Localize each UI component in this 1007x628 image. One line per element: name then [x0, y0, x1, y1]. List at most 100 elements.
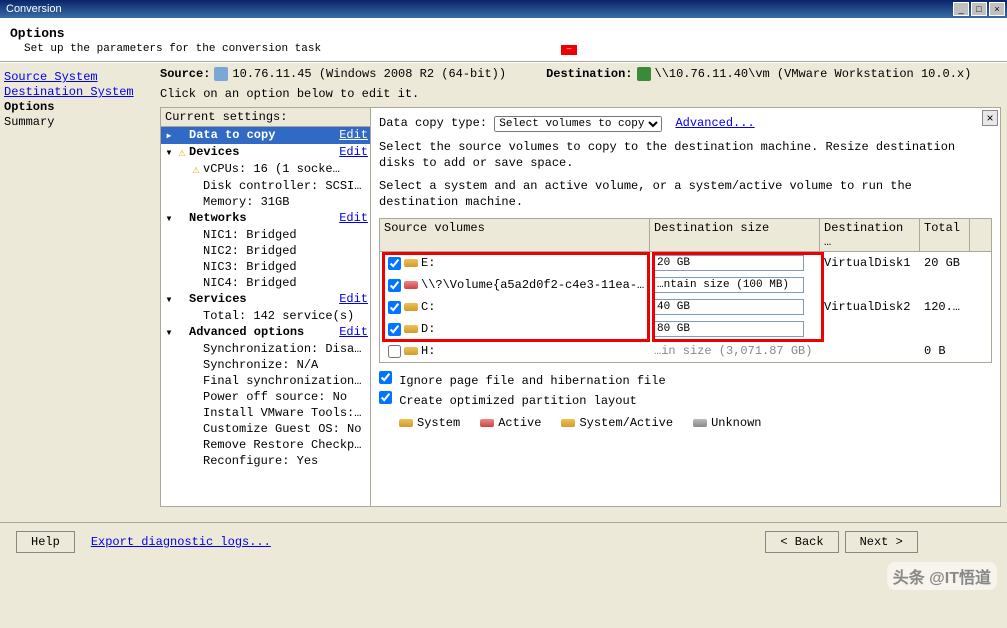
tree-row[interactable]: Memory: 31GB	[161, 194, 370, 210]
nav-step: Options	[4, 100, 156, 114]
options-panel: × Data copy type: Select volumes to copy…	[371, 108, 1000, 506]
table-row[interactable]: D:	[380, 318, 991, 340]
volume-checkbox[interactable]	[388, 323, 401, 336]
volume-checkbox[interactable]	[388, 345, 401, 358]
disk-icon	[404, 325, 418, 333]
disk-icon	[404, 303, 418, 311]
table-row[interactable]: \\?\Volume{a5a2d0f2-c4e3-11ea-…	[380, 274, 991, 296]
dest-label: Destination:	[546, 67, 632, 81]
page-subtitle: Set up the parameters for the conversion…	[24, 43, 321, 55]
volume-checkbox[interactable]	[388, 257, 401, 270]
back-button[interactable]: < Back	[765, 531, 838, 553]
footer: Help Export diagnostic logs... < Back Ne…	[0, 522, 1007, 560]
tree-row[interactable]: Synchronization: Disa…	[161, 341, 370, 357]
edit-link[interactable]: Edit	[339, 292, 368, 307]
vm-icon	[637, 67, 651, 81]
hint-text: Click on an option below to edit it.	[160, 87, 1001, 101]
page-title: Options	[10, 26, 997, 41]
tree-row[interactable]: Final synchronization…	[161, 373, 370, 389]
edit-link[interactable]: Edit	[339, 211, 368, 226]
size-input[interactable]	[654, 277, 804, 293]
source-label: Source:	[160, 67, 210, 81]
tree-row[interactable]: Power off source: No	[161, 389, 370, 405]
col-source[interactable]: Source volumes	[380, 219, 650, 251]
legend: System Active System/Active Unknown	[379, 416, 992, 430]
edit-link[interactable]: Edit	[339, 145, 368, 160]
tree-row[interactable]: NIC3: Bridged	[161, 259, 370, 275]
tree-row[interactable]: NIC2: Bridged	[161, 243, 370, 259]
ignore-pagefile-checkbox[interactable]: Ignore page file and hibernation file	[379, 371, 992, 388]
settings-tree[interactable]: Current settings: ▸Data to copyEdit▾⚠Dev…	[161, 108, 371, 506]
dest-disk: VirtualDisk2	[820, 299, 920, 315]
total-size: 0 B	[920, 343, 970, 359]
tree-row[interactable]: ▾Advanced optionsEdit	[161, 324, 370, 341]
tree-row[interactable]: Customize Guest OS: No	[161, 421, 370, 437]
tree-row[interactable]: NIC4: Bridged	[161, 275, 370, 291]
window-title: Conversion	[2, 3, 953, 15]
total-size	[920, 284, 970, 286]
computer-icon	[214, 67, 228, 81]
unknown-icon	[693, 419, 707, 427]
advanced-link[interactable]: Advanced...	[675, 116, 754, 130]
disk-icon	[404, 281, 418, 289]
col-dest-disk[interactable]: Destination …	[820, 219, 920, 251]
active-icon	[480, 419, 494, 427]
dest-disk: VirtualDisk1	[820, 255, 920, 271]
volume-label: C:	[421, 300, 435, 314]
next-button[interactable]: Next >	[845, 531, 918, 553]
volume-label: D:	[421, 322, 435, 336]
tree-row[interactable]: NIC1: Bridged	[161, 227, 370, 243]
volume-checkbox[interactable]	[388, 301, 401, 314]
step-nav: Source SystemDestination SystemOptionsSu…	[0, 63, 160, 522]
total-size: 20 GB	[920, 255, 970, 271]
tree-row[interactable]: ▸Data to copyEdit	[161, 127, 370, 144]
help-button[interactable]: Help	[16, 531, 75, 553]
minimize-button[interactable]: _	[953, 2, 969, 16]
tree-row[interactable]: Disk controller: SCSI…	[161, 178, 370, 194]
watermark: 头条 @IT悟道	[887, 562, 997, 590]
panel-close-button[interactable]: ×	[982, 110, 998, 126]
size-input[interactable]	[654, 299, 804, 315]
optimized-layout-checkbox[interactable]: Create optimized partition layout	[379, 391, 992, 408]
tree-row[interactable]: Total: 142 service(s)	[161, 308, 370, 324]
tree-row[interactable]: ▾ServicesEdit	[161, 291, 370, 308]
size-input[interactable]	[654, 255, 804, 271]
source-value: 10.76.11.45 (Windows 2008 R2 (64-bit))	[232, 67, 506, 81]
total-size: 120.…	[920, 299, 970, 315]
table-row[interactable]: H:…in size (3,071.87 GB)0 B	[380, 340, 991, 362]
total-size	[920, 328, 970, 330]
system-active-icon	[561, 419, 575, 427]
tree-row[interactable]: Remove Restore Checkp…	[161, 437, 370, 453]
tree-row[interactable]: Reconfigure: Yes	[161, 453, 370, 469]
dest-value: \\10.76.11.40\vm (VMware Workstation 10.…	[655, 67, 972, 81]
volume-label: E:	[421, 256, 435, 270]
page-header: Options Set up the parameters for the co…	[0, 18, 1007, 62]
col-dest-size[interactable]: Destination size	[650, 219, 820, 251]
tree-row[interactable]: ⚠vCPUs: 16 (1 socke…	[161, 161, 370, 178]
tree-row[interactable]: Synchronize: N/A	[161, 357, 370, 373]
dest-disk	[820, 328, 920, 330]
data-copy-select[interactable]: Select volumes to copy	[494, 116, 662, 132]
edit-link[interactable]: Edit	[339, 325, 368, 340]
export-logs-link[interactable]: Export diagnostic logs...	[91, 535, 271, 549]
description-2: Select a system and an active volume, or…	[379, 179, 992, 210]
tree-row[interactable]: ▾⚠DevicesEdit	[161, 144, 370, 161]
flag-icon: —	[561, 45, 577, 55]
edit-link[interactable]: Edit	[339, 128, 368, 143]
dest-disk	[820, 284, 920, 286]
tree-header: Current settings:	[161, 108, 370, 127]
tree-row[interactable]: Install VMware Tools:…	[161, 405, 370, 421]
disk-icon	[404, 259, 418, 267]
close-button[interactable]: ×	[989, 2, 1005, 16]
nav-step[interactable]: Source System	[4, 70, 156, 84]
nav-step[interactable]: Destination System	[4, 85, 156, 99]
volume-label: H:	[421, 344, 435, 358]
maximize-button[interactable]: □	[971, 2, 987, 16]
tree-row[interactable]: ▾NetworksEdit	[161, 210, 370, 227]
size-input[interactable]	[654, 321, 804, 337]
table-row[interactable]: C: VirtualDisk2120.…	[380, 296, 991, 318]
table-row[interactable]: E: VirtualDisk120 GB	[380, 252, 991, 274]
col-total[interactable]: Total	[920, 219, 970, 251]
volume-label: \\?\Volume{a5a2d0f2-c4e3-11ea-…	[421, 278, 644, 292]
volume-checkbox[interactable]	[388, 279, 401, 292]
